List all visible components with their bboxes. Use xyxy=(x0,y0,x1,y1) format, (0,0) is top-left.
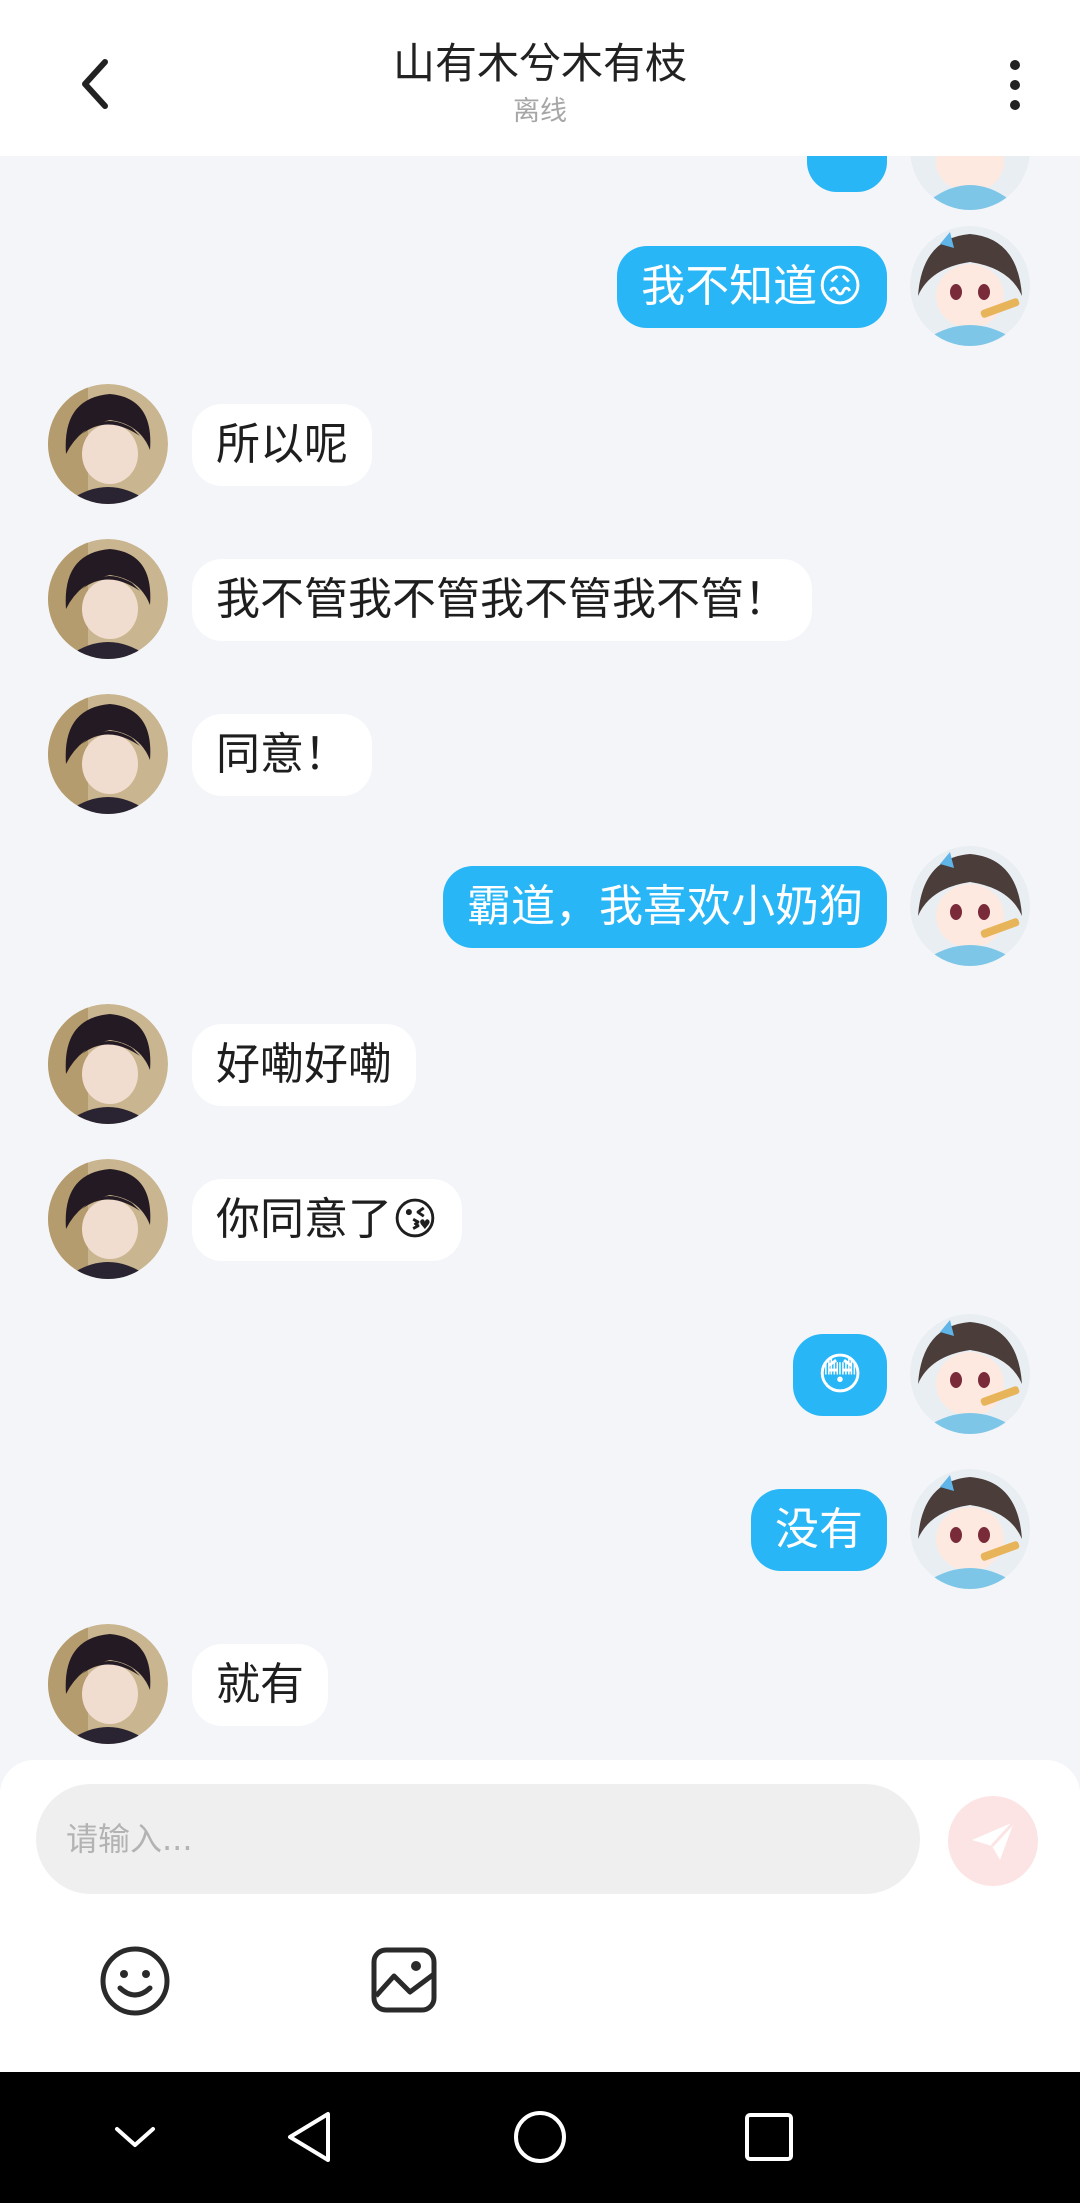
emoji-button[interactable] xyxy=(98,1944,172,2018)
message-row: 所以呢 xyxy=(0,384,1080,504)
message-bubble[interactable]: 我不知道😖 xyxy=(617,246,887,328)
message-bubble[interactable]: 同意！ xyxy=(192,714,372,796)
message-row: 😳 xyxy=(0,1314,1080,1434)
emoji-confounded: 😖 xyxy=(817,261,863,312)
avatar-girl-image xyxy=(910,156,1030,210)
message-text: 你同意了 xyxy=(216,1194,392,1245)
message-text: 就有 xyxy=(216,1659,304,1710)
message-bubble[interactable]: 😳 xyxy=(793,1334,887,1416)
message-text: 没有 xyxy=(775,1504,863,1555)
contact-avatar[interactable] xyxy=(48,1624,168,1744)
message-text: 霸道，我喜欢小奶狗 xyxy=(467,881,863,932)
emoji-flushed: 😳 xyxy=(817,1349,863,1400)
triangle-back-icon xyxy=(288,2112,330,2162)
message-text: 好嘞好嘞 xyxy=(216,1039,392,1090)
my-avatar[interactable] xyxy=(910,1314,1030,1434)
avatar-girl-image xyxy=(910,226,1030,346)
message-bubble[interactable]: 我不管我不管我不管我不管！ xyxy=(192,559,812,641)
message-row: 你同意了😘 xyxy=(0,1159,1080,1279)
avatar-girl-image xyxy=(910,1314,1030,1434)
contact-avatar[interactable] xyxy=(48,384,168,504)
image-icon xyxy=(371,1947,437,2013)
square-recent-icon xyxy=(745,2113,793,2161)
message-bubble[interactable]: 霸道，我喜欢小奶狗 xyxy=(443,866,887,948)
message-row: 霸道，我喜欢小奶狗 xyxy=(0,846,1080,966)
send-button[interactable] xyxy=(948,1796,1038,1886)
avatar xyxy=(910,156,1030,210)
avatar-girl-image xyxy=(910,1469,1030,1589)
circle-home-icon xyxy=(514,2111,566,2163)
my-avatar[interactable] xyxy=(910,846,1030,966)
message-bubble[interactable]: 没有 xyxy=(751,1489,887,1571)
message-row: 就有 xyxy=(0,1624,1080,1744)
emoji-kiss: 😘 xyxy=(392,1194,438,1245)
nav-hide-button[interactable] xyxy=(100,2102,170,2172)
contact-avatar[interactable] xyxy=(48,1159,168,1279)
contact-status: 离线 xyxy=(513,96,567,127)
more-options-button[interactable] xyxy=(990,50,1040,120)
my-avatar[interactable] xyxy=(910,1469,1030,1589)
avatar-boy-image xyxy=(48,694,168,814)
chat-header: 山有木兮木有枝 离线 xyxy=(0,0,1080,156)
message-input[interactable] xyxy=(36,1784,920,1894)
chat-screen: 山有木兮木有枝 离线 我不知道😖 所以呢 我不管我不管我不管我不管！ 同意！ 霸… xyxy=(0,0,1080,2203)
avatar-girl-image xyxy=(910,846,1030,966)
message-bubble[interactable]: 就有 xyxy=(192,1644,328,1726)
contact-name: 山有木兮木有枝 xyxy=(392,39,687,88)
message-bubble[interactable]: 所以呢 xyxy=(192,404,372,486)
message-text: 所以呢 xyxy=(216,419,348,470)
contact-avatar[interactable] xyxy=(48,539,168,659)
message-row: 同意！ xyxy=(0,694,1080,814)
image-button[interactable] xyxy=(370,1946,438,2014)
chat-title-block: 山有木兮木有枝 离线 xyxy=(0,36,1080,130)
more-vertical-icon xyxy=(1010,60,1020,70)
partial-previous-message xyxy=(0,156,1080,210)
avatar-boy-image xyxy=(48,1004,168,1124)
message-list[interactable]: 我不知道😖 所以呢 我不管我不管我不管我不管！ 同意！ 霸道，我喜欢小奶狗 好嘞… xyxy=(0,156,1080,1760)
message-text: 同意！ xyxy=(216,729,348,780)
message-text: 我不知道 xyxy=(641,261,818,312)
message-bubble xyxy=(807,156,887,192)
avatar-boy-image xyxy=(48,539,168,659)
contact-avatar[interactable] xyxy=(48,1004,168,1124)
smiley-icon xyxy=(100,1946,170,2016)
send-plane-icon xyxy=(972,1820,1016,1860)
composer-panel xyxy=(0,1760,1080,2072)
chevron-down-icon xyxy=(115,2127,155,2147)
avatar-boy-image xyxy=(48,1624,168,1744)
message-row: 我不管我不管我不管我不管！ xyxy=(0,539,1080,659)
contact-avatar[interactable] xyxy=(48,694,168,814)
message-text: 我不管我不管我不管我不管！ xyxy=(216,574,788,625)
nav-back-button[interactable] xyxy=(274,2102,344,2172)
avatar-boy-image xyxy=(48,1159,168,1279)
message-row: 没有 xyxy=(0,1469,1080,1589)
message-bubble[interactable]: 好嘞好嘞 xyxy=(192,1024,416,1106)
nav-home-button[interactable] xyxy=(505,2102,575,2172)
my-avatar[interactable] xyxy=(910,226,1030,346)
system-navigation-bar xyxy=(0,2072,1080,2203)
message-bubble[interactable]: 你同意了😘 xyxy=(192,1179,462,1261)
message-row: 我不知道😖 xyxy=(0,226,1080,346)
avatar-boy-image xyxy=(48,384,168,504)
message-row: 好嘞好嘞 xyxy=(0,1004,1080,1124)
nav-recent-button[interactable] xyxy=(734,2102,804,2172)
